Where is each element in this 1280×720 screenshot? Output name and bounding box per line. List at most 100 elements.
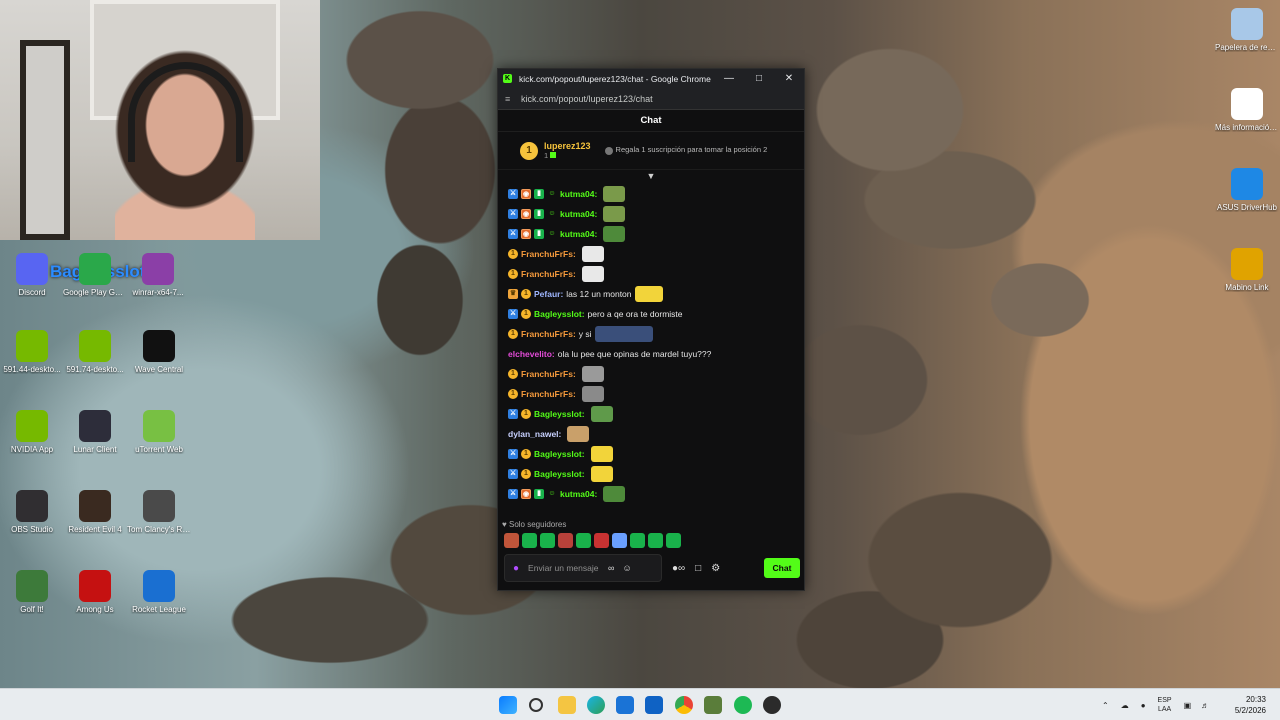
og-badge-icon[interactable]: ◉ bbox=[521, 189, 531, 199]
desktop-icon-12[interactable]: Golf It! bbox=[0, 570, 64, 614]
quick-emote[interactable] bbox=[540, 533, 555, 548]
desktop-icon-7[interactable]: Lunar Client bbox=[63, 410, 127, 454]
moderator-badge-icon[interactable]: ⚔ bbox=[508, 469, 518, 479]
chat-emote[interactable] bbox=[603, 226, 626, 242]
site-info-icon[interactable]: ≡ bbox=[505, 94, 515, 104]
chat-username[interactable]: FranchuFrFs: bbox=[521, 389, 576, 399]
translate-icon[interactable]: ∞ bbox=[608, 563, 614, 573]
close-button[interactable]: ✕ bbox=[774, 73, 804, 84]
chat-emote[interactable] bbox=[590, 406, 613, 422]
subscriber-badge-icon[interactable]: ▮ bbox=[534, 209, 544, 219]
chat-emote[interactable] bbox=[581, 366, 604, 382]
quick-emote[interactable] bbox=[594, 533, 609, 548]
chat-username[interactable]: Pefaur: bbox=[534, 289, 563, 299]
volume-icon[interactable]: ♬ bbox=[1201, 701, 1209, 710]
chat-emote[interactable] bbox=[590, 466, 613, 482]
search-icon[interactable] bbox=[529, 698, 543, 712]
chat-emote[interactable] bbox=[594, 326, 653, 342]
desktop-icon-9[interactable]: OBS Studio bbox=[0, 490, 64, 534]
show-hidden-icons-icon[interactable]: ⌃ bbox=[1102, 701, 1109, 710]
gifter-badge-icon[interactable]: 1 bbox=[521, 449, 531, 459]
gifter-badge-icon[interactable]: 1 bbox=[508, 329, 518, 339]
windows-start-icon[interactable] bbox=[499, 696, 517, 714]
bot-badge-icon[interactable]: ☺ bbox=[547, 209, 557, 219]
moderator-badge-icon[interactable]: ⚔ bbox=[508, 229, 518, 239]
emoji-icon[interactable]: ☺ bbox=[622, 563, 631, 573]
edge-browser-icon[interactable] bbox=[587, 696, 605, 714]
chat-emote[interactable] bbox=[581, 266, 604, 282]
chat-emote[interactable] bbox=[581, 246, 604, 262]
desktop-icon-2[interactable]: winrar-x64-7... bbox=[126, 253, 190, 297]
chrome-popout-window[interactable]: K kick.com/popout/luperez123/chat - Goog… bbox=[497, 68, 805, 591]
chat-username[interactable]: Bagleysslot: bbox=[534, 309, 585, 319]
bot-badge-icon[interactable]: ☺ bbox=[547, 489, 557, 499]
moderator-badge-icon[interactable]: ⚔ bbox=[508, 189, 518, 199]
subscriber-badge-icon[interactable]: ▮ bbox=[534, 189, 544, 199]
og-badge-icon[interactable]: ◉ bbox=[521, 229, 531, 239]
microphone-icon[interactable]: ● bbox=[513, 563, 519, 574]
subscription-leaderboard[interactable]: 1 luperez123 1 Regala 1 suscripción para… bbox=[498, 132, 804, 170]
language-indicator[interactable]: ESP LAA bbox=[1158, 696, 1172, 714]
chat-emote[interactable] bbox=[567, 426, 590, 442]
leaderboard-user[interactable]: luperez123 bbox=[544, 141, 591, 151]
quick-emote[interactable] bbox=[558, 533, 573, 548]
window-titlebar[interactable]: K kick.com/popout/luperez123/chat - Goog… bbox=[498, 69, 804, 88]
gifter-badge-icon[interactable]: 1 bbox=[508, 389, 518, 399]
chat-username[interactable]: FranchuFrFs: bbox=[521, 369, 576, 379]
desktop-icon-10[interactable]: Resident Evil 4 bbox=[63, 490, 127, 534]
chat-input[interactable]: ● Enviar un mensaje ∞ ☺ bbox=[504, 554, 662, 582]
moderator-badge-icon[interactable]: ⚔ bbox=[508, 449, 518, 459]
moderator-badge-icon[interactable]: ⚔ bbox=[508, 489, 518, 499]
desktop-icon-right-1[interactable]: Más información sobre esta ima... bbox=[1215, 88, 1279, 132]
desktop-icon-6[interactable]: NVIDIA App bbox=[0, 410, 64, 454]
chrome-icon[interactable] bbox=[675, 696, 693, 714]
file-explorer-icon[interactable] bbox=[558, 696, 576, 714]
microphone-tray-icon[interactable]: ● bbox=[1141, 701, 1146, 710]
moderator-badge-icon[interactable]: ⚔ bbox=[508, 409, 518, 419]
clock[interactable]: 20:33 5/2/2026 bbox=[1235, 694, 1266, 716]
store-icon[interactable]: □ bbox=[695, 563, 701, 574]
chat-emote[interactable] bbox=[603, 486, 626, 502]
moderator-badge-icon[interactable]: ⚔ bbox=[508, 309, 518, 319]
gifter-badge-icon[interactable]: 1 bbox=[508, 249, 518, 259]
chat-emote[interactable] bbox=[590, 446, 613, 462]
bot-badge-icon[interactable]: ☺ bbox=[547, 229, 557, 239]
gifter-badge-icon[interactable]: 1 bbox=[521, 289, 531, 299]
quick-emote[interactable] bbox=[504, 533, 519, 548]
gifter-badge-icon[interactable]: 1 bbox=[521, 409, 531, 419]
subscriber-badge-icon[interactable]: ▮ bbox=[534, 229, 544, 239]
desktop-icon-13[interactable]: Among Us bbox=[63, 570, 127, 614]
desktop-icon-right-3[interactable]: Mabino Link bbox=[1215, 248, 1279, 292]
quick-emote[interactable] bbox=[612, 533, 627, 548]
desktop-icon-1[interactable]: Google Play Games bbox=[63, 253, 127, 297]
og-badge-icon[interactable]: ◉ bbox=[521, 209, 531, 219]
desktop-icon-5[interactable]: Wave Central bbox=[127, 330, 191, 374]
gifter-badge-icon[interactable]: 1 bbox=[508, 269, 518, 279]
bot-badge-icon[interactable]: ☺ bbox=[547, 189, 557, 199]
chat-username[interactable]: Bagleysslot: bbox=[534, 469, 585, 479]
send-chat-button[interactable]: Chat bbox=[764, 558, 800, 578]
spotify-icon[interactable] bbox=[734, 696, 752, 714]
desktop-icon-8[interactable]: uTorrent Web bbox=[127, 410, 191, 454]
chat-username[interactable]: kutma04: bbox=[560, 489, 597, 499]
chat-username[interactable]: FranchuFrFs: bbox=[521, 329, 576, 339]
chat-username[interactable]: kutma04: bbox=[560, 229, 597, 239]
gifter-badge-icon[interactable]: 1 bbox=[521, 469, 531, 479]
quick-emote[interactable] bbox=[666, 533, 681, 548]
chat-emote[interactable] bbox=[603, 206, 626, 222]
desktop-icon-14[interactable]: Rocket League bbox=[127, 570, 191, 614]
desktop-icon-right-0[interactable]: Papelera de reciclaje bbox=[1215, 8, 1279, 52]
chat-username[interactable]: Bagleysslot: bbox=[534, 409, 585, 419]
onedrive-icon[interactable]: ☁ bbox=[1121, 701, 1129, 710]
moderator-badge-icon[interactable]: ⚔ bbox=[508, 209, 518, 219]
desktop-icon-4[interactable]: 591.74-deskto... bbox=[63, 330, 127, 374]
chat-username[interactable]: FranchuFrFs: bbox=[521, 269, 576, 279]
subscriber-badge-icon[interactable]: ▮ bbox=[534, 489, 544, 499]
maximize-button[interactable]: □ bbox=[744, 73, 774, 84]
quick-emote[interactable] bbox=[648, 533, 663, 548]
chat-username[interactable]: FranchuFrFs: bbox=[521, 249, 576, 259]
og-badge-icon[interactable]: ◉ bbox=[521, 489, 531, 499]
collapse-pinned-icon[interactable]: ▼ bbox=[498, 170, 804, 184]
quick-emote[interactable] bbox=[576, 533, 591, 548]
chat-username[interactable]: dylan_nawel: bbox=[508, 429, 561, 439]
